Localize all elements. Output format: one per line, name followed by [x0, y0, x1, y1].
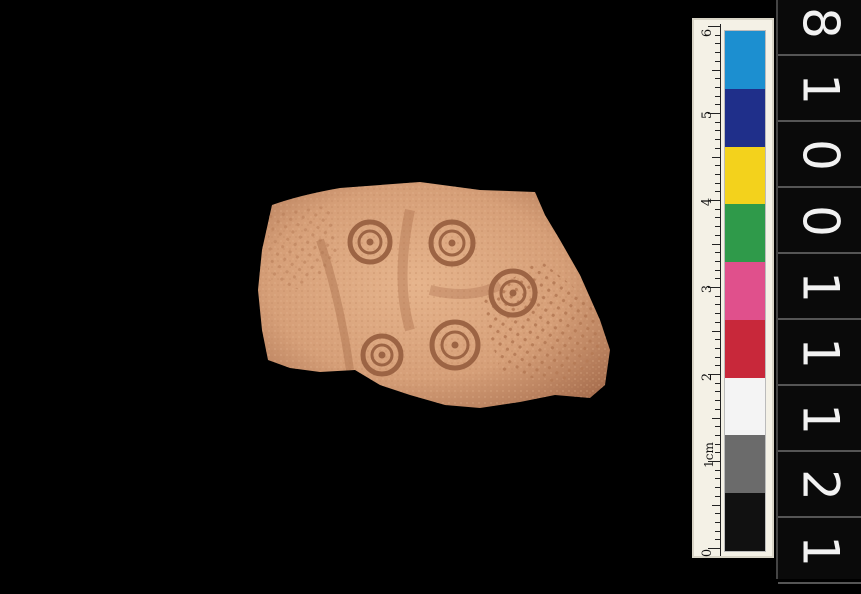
digit-cell: 1 — [778, 518, 861, 584]
tick-label-5: 5 — [700, 110, 715, 120]
ruler-tick — [715, 487, 720, 489]
ruler-tick — [715, 60, 720, 62]
ruler-tick — [715, 478, 720, 480]
ruler-tick — [715, 173, 720, 175]
photo-stage: 0 2 3 4 5 6 1cm 810011121 — [0, 0, 861, 584]
ruler-tick — [708, 461, 720, 462]
ruler-tick — [715, 452, 720, 454]
catalogue-digit: 1 — [791, 535, 850, 567]
ruler-tick — [715, 469, 720, 471]
ruler-tick — [715, 408, 720, 410]
ruler-tick — [712, 330, 720, 332]
swatch-red — [725, 319, 765, 378]
ruler-tick — [715, 86, 720, 88]
ruler-tick — [715, 78, 720, 80]
ruler-tick — [715, 313, 720, 315]
ruler-tick — [715, 495, 720, 497]
ruler-tick — [715, 400, 720, 402]
ruler-tick — [715, 147, 720, 149]
swatch-black — [725, 493, 765, 551]
swatch-magenta — [725, 262, 765, 320]
ruler-tick — [715, 139, 720, 141]
ruler-tick — [715, 521, 720, 523]
ruler-tick — [715, 226, 720, 228]
ruler-tick — [715, 234, 720, 236]
ruler-tick — [715, 339, 720, 341]
ruler-tick — [715, 382, 720, 384]
ruler-tick — [715, 130, 720, 132]
ruler-tick — [715, 530, 720, 532]
ruler-tick — [715, 95, 720, 97]
ruler-tick — [715, 391, 720, 393]
swatch-green — [725, 204, 765, 263]
ruler-tick — [708, 113, 720, 114]
ruler-tick — [715, 121, 720, 123]
ruler-tick — [712, 417, 720, 419]
ruler-tick — [712, 504, 720, 506]
ruler-tick — [715, 217, 720, 219]
tick-label-2: 2 — [700, 372, 715, 382]
swatch-blue — [725, 88, 765, 147]
ruler-tick — [708, 26, 720, 27]
ruler-tick — [715, 321, 720, 323]
ruler-tick — [715, 269, 720, 271]
ruler-tick — [715, 365, 720, 367]
ruler-tick — [715, 539, 720, 541]
ruler-tick — [715, 443, 720, 445]
ruler-tick — [715, 278, 720, 280]
swatch-yellow — [725, 146, 765, 205]
swatch-gray — [725, 435, 765, 494]
ruler-tick — [715, 208, 720, 210]
ruler-tick — [715, 295, 720, 297]
tick-label-0: 0 — [700, 548, 715, 558]
ruler-tick — [715, 252, 720, 254]
ruler-tick — [715, 304, 720, 306]
ruler-tick — [715, 347, 720, 349]
color-swatches — [724, 30, 766, 552]
swatch-cyan — [725, 31, 765, 89]
ruler-tick — [715, 34, 720, 36]
ruler-tick — [712, 243, 720, 245]
ruler-tick — [715, 52, 720, 54]
ruler-tick — [708, 548, 720, 549]
ruler-tick — [708, 374, 720, 375]
catalogue-number-strip: 810011121 — [776, 0, 861, 584]
ruler-tick — [715, 182, 720, 184]
ruler-tick — [715, 43, 720, 45]
swatch-white — [725, 377, 765, 436]
ruler-tick — [712, 156, 720, 158]
ruler-tick — [715, 434, 720, 436]
color-scale-bar: 0 2 3 4 5 6 1cm — [692, 18, 774, 558]
ruler-tick — [715, 426, 720, 428]
ruler-tick — [715, 513, 720, 515]
tick-label-4: 4 — [700, 197, 715, 207]
ruler-tick — [715, 191, 720, 193]
ruler-tick — [715, 260, 720, 262]
ruler-tick — [715, 356, 720, 358]
ruler-tick — [715, 165, 720, 167]
ruler-tick — [708, 287, 720, 288]
unit-label: 1cm — [702, 442, 716, 468]
ruler: 0 2 3 4 5 6 1cm — [696, 24, 721, 557]
ruler-tick — [712, 69, 720, 71]
ruler-tick — [715, 104, 720, 106]
tick-label-3: 3 — [700, 284, 715, 294]
ruler-tick — [708, 200, 720, 201]
